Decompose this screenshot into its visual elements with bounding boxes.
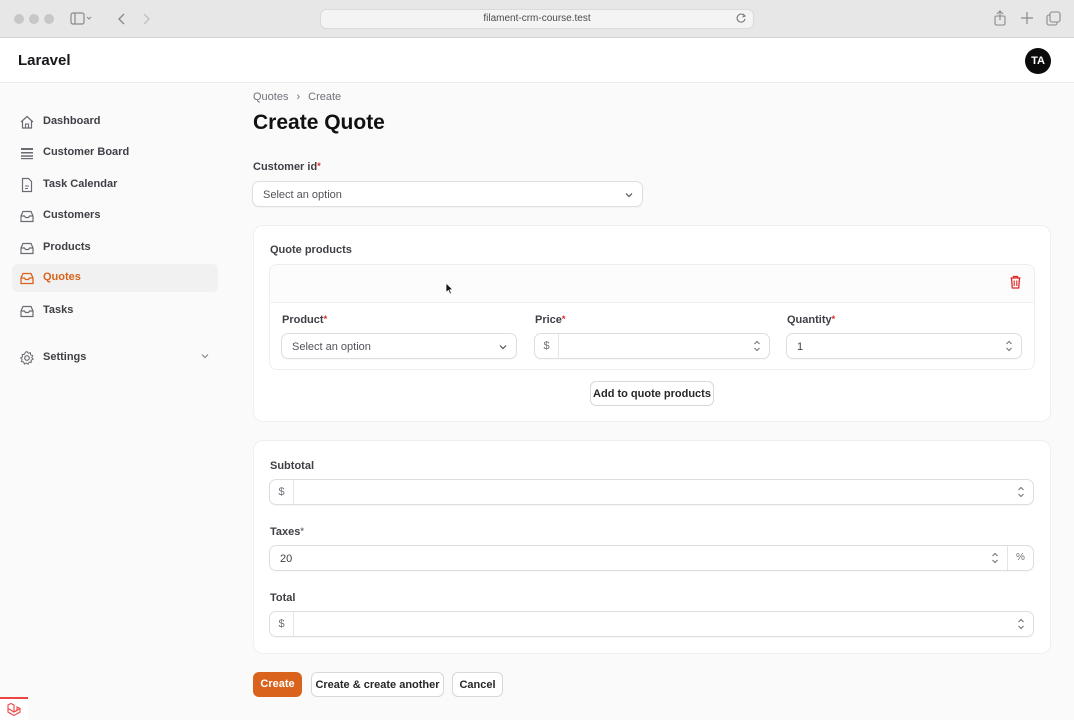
quantity-label-text: Quantity bbox=[787, 314, 832, 326]
sidebar-item-label: Customers bbox=[43, 209, 101, 221]
total-input[interactable]: $ bbox=[269, 611, 1034, 637]
customer-id-select[interactable]: Select an option bbox=[252, 181, 643, 207]
sidebar: Dashboard Customer Board Task Calendar C… bbox=[0, 84, 232, 720]
inbox-icon bbox=[20, 305, 34, 318]
inbox-icon bbox=[20, 272, 34, 285]
cancel-button[interactable]: Cancel bbox=[452, 672, 503, 697]
new-tab-icon[interactable] bbox=[1020, 11, 1034, 25]
home-icon bbox=[20, 115, 34, 129]
taxes-input[interactable]: 20 % bbox=[269, 545, 1034, 571]
required-marker: * bbox=[323, 314, 328, 324]
chevron-down-icon bbox=[625, 193, 633, 198]
sidebar-toggle-icon[interactable] bbox=[70, 12, 92, 26]
subtotal-label: Subtotal bbox=[270, 460, 314, 472]
address-bar[interactable]: filament-crm-course.test bbox=[320, 9, 754, 29]
currency-prefix: $ bbox=[270, 480, 294, 504]
breadcrumb-separator-icon: › bbox=[296, 91, 301, 103]
product-select[interactable]: Select an option bbox=[281, 333, 517, 359]
repeater-item-header bbox=[270, 265, 1034, 303]
maximize-window-dot[interactable] bbox=[44, 14, 54, 24]
list-icon bbox=[21, 148, 33, 160]
subtotal-input[interactable]: $ bbox=[269, 479, 1034, 505]
inbox-icon bbox=[20, 210, 34, 223]
chevron-down-icon bbox=[499, 345, 507, 350]
trash-icon[interactable] bbox=[1009, 275, 1022, 289]
required-marker: * bbox=[317, 161, 321, 171]
product-placeholder: Select an option bbox=[292, 341, 371, 353]
taxes-label-text: Taxes bbox=[270, 526, 301, 538]
sidebar-item-task-calendar[interactable]: Task Calendar bbox=[12, 171, 218, 199]
forward-icon[interactable] bbox=[142, 12, 152, 26]
currency-prefix: $ bbox=[535, 334, 559, 358]
debugbar-toggle[interactable] bbox=[0, 697, 28, 720]
app-header: Laravel TA bbox=[0, 38, 1074, 83]
price-input[interactable]: $ bbox=[534, 333, 770, 359]
tab-overview-icon[interactable] bbox=[1046, 11, 1062, 27]
browser-toolbar: filament-crm-course.test bbox=[0, 0, 1074, 38]
breadcrumb-current: Create bbox=[308, 91, 342, 103]
sidebar-item-label: Dashboard bbox=[43, 115, 101, 127]
add-to-quote-products-button[interactable]: Add to quote products bbox=[590, 381, 714, 406]
sidebar-item-label: Tasks bbox=[43, 304, 74, 316]
breadcrumb: Quotes › Create bbox=[253, 91, 341, 103]
customer-id-label: Customer id* bbox=[253, 161, 321, 173]
create-and-create-another-button[interactable]: Create & create another bbox=[311, 672, 444, 697]
sidebar-item-label: Task Calendar bbox=[43, 178, 118, 190]
gear-icon bbox=[19, 350, 34, 366]
percent-suffix: % bbox=[1007, 546, 1033, 570]
create-button[interactable]: Create bbox=[253, 672, 302, 697]
sidebar-item-label: Products bbox=[43, 241, 91, 253]
total-label: Total bbox=[270, 592, 296, 604]
address-url: filament-crm-course.test bbox=[483, 13, 591, 24]
required-marker: * bbox=[300, 526, 304, 536]
sidebar-group-label: Settings bbox=[43, 351, 87, 363]
stepper-icon[interactable] bbox=[991, 551, 999, 565]
page-title: Create Quote bbox=[253, 111, 385, 134]
taxes-value: 20 bbox=[280, 553, 293, 565]
brand-name[interactable]: Laravel bbox=[18, 52, 71, 69]
sidebar-item-quotes[interactable]: Quotes bbox=[12, 264, 218, 292]
back-icon[interactable] bbox=[116, 12, 126, 26]
share-icon[interactable] bbox=[993, 10, 1007, 26]
product-label: Product* bbox=[282, 314, 327, 326]
quantity-input[interactable]: 1 bbox=[786, 333, 1022, 359]
sidebar-item-label: Quotes bbox=[43, 271, 81, 283]
chevron-down-icon[interactable] bbox=[200, 351, 210, 361]
product-label-text: Product bbox=[282, 314, 324, 326]
user-avatar[interactable]: TA bbox=[1025, 48, 1051, 74]
stepper-icon[interactable] bbox=[753, 339, 761, 353]
price-label-text: Price bbox=[535, 314, 562, 326]
required-marker: * bbox=[831, 314, 836, 324]
stepper-icon[interactable] bbox=[1005, 339, 1013, 353]
sidebar-group-settings[interactable]: Settings bbox=[12, 344, 218, 372]
sidebar-item-products[interactable]: Products bbox=[12, 234, 218, 262]
currency-prefix: $ bbox=[270, 612, 294, 636]
customer-id-label-text: Customer id bbox=[253, 161, 318, 173]
breadcrumb-quotes-link[interactable]: Quotes bbox=[253, 91, 288, 103]
required-marker: * bbox=[561, 314, 566, 324]
sidebar-item-tasks[interactable]: Tasks bbox=[12, 297, 218, 325]
sidebar-item-customers[interactable]: Customers bbox=[12, 202, 218, 230]
laravel-logo-icon bbox=[7, 702, 21, 717]
sidebar-item-customer-board[interactable]: Customer Board bbox=[12, 139, 218, 167]
taxes-label: Taxes* bbox=[270, 526, 304, 538]
minimize-window-dot[interactable] bbox=[29, 14, 39, 24]
quantity-value: 1 bbox=[797, 341, 804, 353]
customer-id-placeholder: Select an option bbox=[263, 189, 342, 201]
document-icon bbox=[21, 177, 33, 193]
reload-icon[interactable] bbox=[735, 12, 747, 24]
close-window-dot[interactable] bbox=[14, 14, 24, 24]
sidebar-item-label: Customer Board bbox=[43, 146, 130, 158]
stepper-icon[interactable] bbox=[1017, 617, 1025, 631]
stepper-icon[interactable] bbox=[1017, 485, 1025, 499]
price-label: Price* bbox=[535, 314, 565, 326]
quote-products-label: Quote products bbox=[270, 244, 352, 256]
quantity-label: Quantity* bbox=[787, 314, 835, 326]
sidebar-item-dashboard[interactable]: Dashboard bbox=[12, 108, 218, 136]
inbox-icon bbox=[20, 242, 34, 255]
mouse-cursor-icon bbox=[445, 282, 454, 295]
